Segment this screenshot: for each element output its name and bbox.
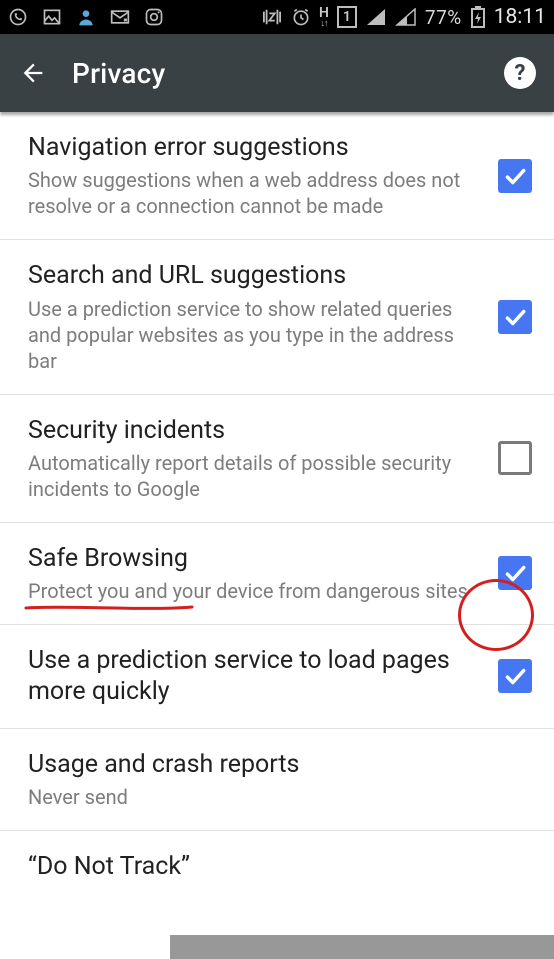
status-right: H ↓↑ 1 77% 18:11 — [261, 5, 546, 29]
setting-subtitle: Use a prediction service to show related… — [28, 296, 484, 374]
mail-icon — [110, 7, 130, 27]
setting-title: “Do Not Track” — [28, 851, 532, 882]
back-button[interactable] — [18, 58, 48, 88]
viber-icon — [8, 7, 28, 27]
setting-subtitle: Show suggestions when a web address does… — [28, 167, 484, 219]
checkbox-security-incidents[interactable] — [498, 441, 532, 475]
checkbox-prediction-load[interactable] — [498, 659, 532, 693]
checkbox-search-url[interactable] — [498, 300, 532, 334]
setting-text: Usage and crash reports Never send — [28, 749, 532, 810]
setting-subtitle: Never send — [28, 784, 532, 810]
checkbox-safe-browsing[interactable] — [498, 556, 532, 590]
status-bar: H ↓↑ 1 77% 18:11 — [0, 0, 554, 34]
setting-search-url[interactable]: Search and URL suggestions Use a predicti… — [0, 240, 554, 394]
battery-percent: 77% — [425, 6, 462, 29]
setting-title: Use a prediction service to load pages m… — [28, 645, 484, 708]
setting-title: Security incidents — [28, 415, 484, 446]
setting-subtitle: Protect you and your device from dangero… — [28, 578, 484, 604]
page-title: Privacy — [72, 57, 480, 90]
scroll-indicator — [170, 935, 554, 959]
setting-text: Search and URL suggestions Use a predicti… — [28, 260, 484, 373]
settings-list: Navigation error suggestions Show suggest… — [0, 112, 554, 888]
setting-title: Search and URL suggestions — [28, 260, 484, 291]
signal-icon-1 — [365, 8, 387, 26]
app-bar: Privacy ? — [0, 34, 554, 112]
setting-security-incidents[interactable]: Security incidents Automatically report d… — [0, 395, 554, 523]
setting-title: Usage and crash reports — [28, 749, 532, 780]
vibrate-icon — [261, 8, 283, 26]
help-button[interactable]: ? — [504, 57, 536, 89]
setting-usage-crash[interactable]: Usage and crash reports Never send — [0, 729, 554, 831]
setting-text: Security incidents Automatically report d… — [28, 415, 484, 502]
setting-safe-browsing[interactable]: Safe Browsing Protect you and your device… — [0, 523, 554, 625]
setting-text: Use a prediction service to load pages m… — [28, 645, 484, 708]
signal-icon-2 — [395, 8, 417, 26]
alarm-icon — [291, 7, 311, 27]
setting-title: Navigation error suggestions — [28, 132, 484, 163]
network-type-label: H ↓↑ — [319, 6, 329, 29]
checkbox-nav-error[interactable] — [498, 159, 532, 193]
battery-charging-icon — [470, 6, 486, 28]
picture-icon — [42, 7, 62, 27]
person-icon — [76, 7, 96, 27]
clock: 18:11 — [494, 5, 546, 29]
status-left — [8, 7, 251, 27]
setting-do-not-track[interactable]: “Do Not Track” — [0, 831, 554, 888]
setting-title: Safe Browsing — [28, 543, 484, 574]
setting-nav-error[interactable]: Navigation error suggestions Show suggest… — [0, 112, 554, 240]
instagram-icon — [144, 7, 164, 27]
setting-prediction-load[interactable]: Use a prediction service to load pages m… — [0, 625, 554, 729]
sim-badge: 1 — [337, 6, 357, 28]
setting-text: Safe Browsing Protect you and your device… — [28, 543, 484, 604]
setting-text: Navigation error suggestions Show suggest… — [28, 132, 484, 219]
setting-text: “Do Not Track” — [28, 851, 532, 882]
setting-subtitle: Automatically report details of possible… — [28, 450, 484, 502]
